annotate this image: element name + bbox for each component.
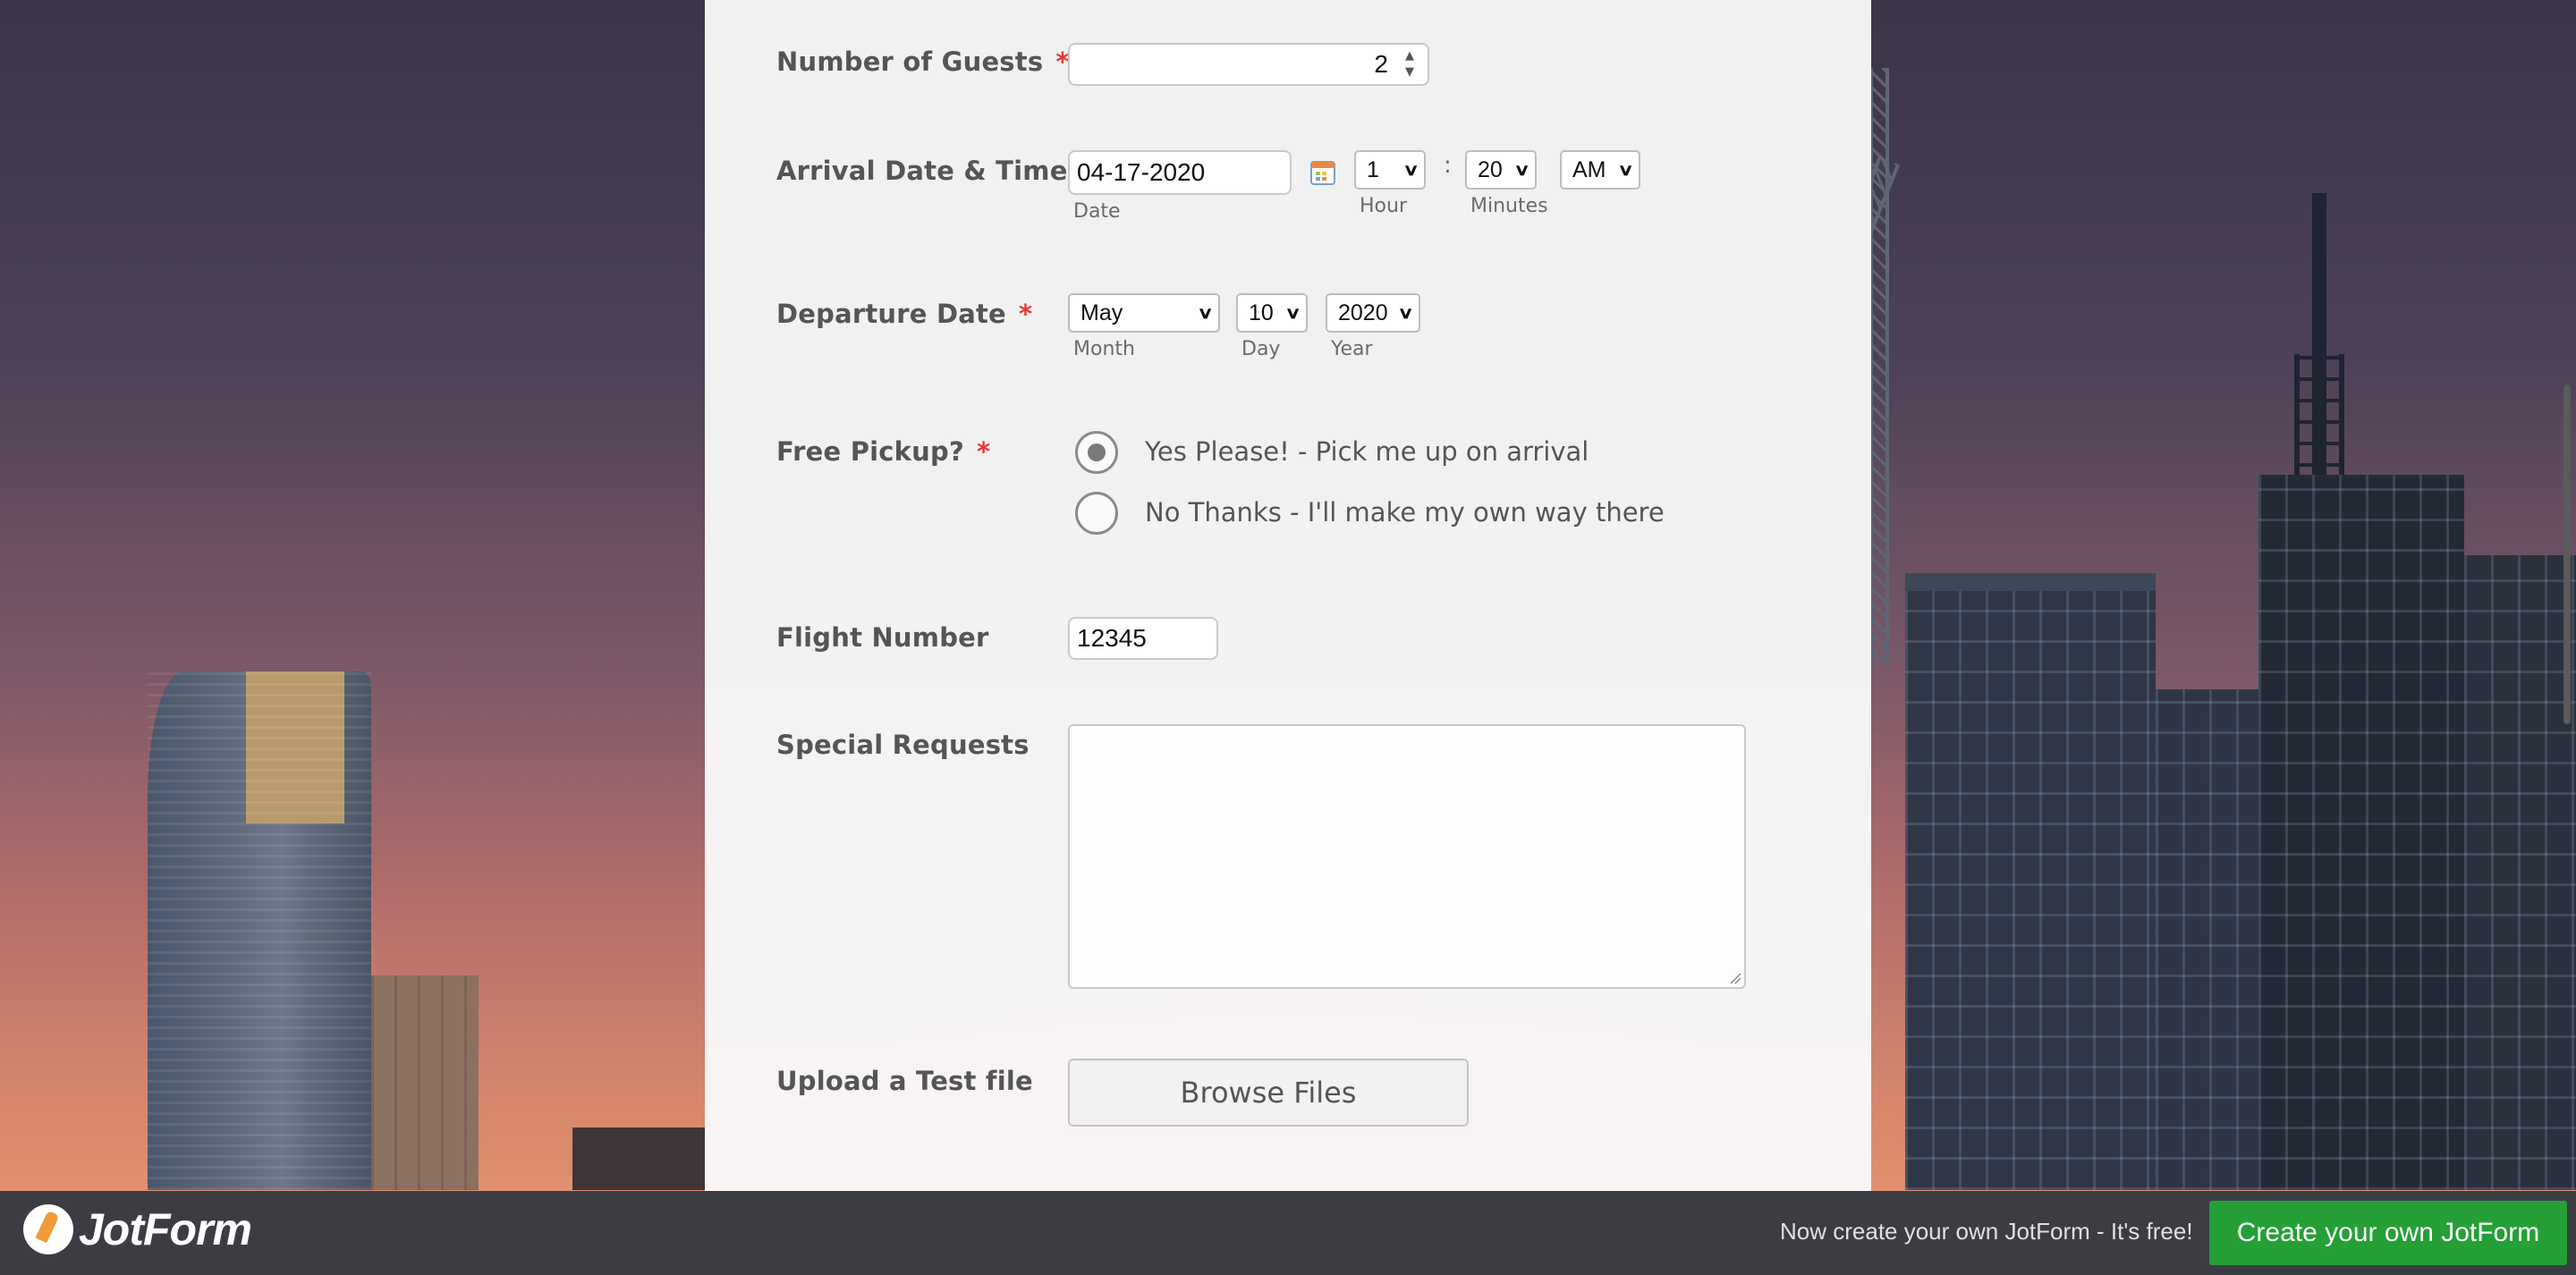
- form-card: Number of Guests * 2 ▲ ▼ Arrival Date & T…: [705, 0, 1871, 1191]
- arrival-date-sublabel: Date: [1073, 200, 1121, 223]
- background-building: [2258, 475, 2464, 1190]
- arrival-label-text: Arrival Date & Time: [776, 156, 1068, 186]
- departure-month-sublabel: Month: [1073, 338, 1135, 360]
- background-building: [2464, 555, 2576, 1190]
- departure-month-select[interactable]: May ∨: [1068, 293, 1220, 333]
- resize-handle-icon[interactable]: [1727, 970, 1741, 984]
- departure-day-value: 10: [1249, 300, 1274, 325]
- pickup-yes-label[interactable]: Yes Please! - Pick me up on arrival: [1145, 436, 1589, 467]
- departure-year-sublabel: Year: [1331, 338, 1373, 360]
- requests-label: Special Requests: [776, 730, 1030, 760]
- arrival-minute-select[interactable]: 20 ∨: [1465, 150, 1537, 190]
- flight-number-value: 12345: [1077, 624, 1147, 652]
- calendar-icon[interactable]: [1309, 159, 1336, 186]
- pickup-label-text: Free Pickup?: [776, 436, 964, 467]
- background-building: [1905, 573, 2156, 1190]
- departure-label: Departure Date *: [776, 299, 1032, 329]
- requests-row: Special Requests: [776, 715, 1800, 992]
- arrival-hour-sublabel: Hour: [1360, 195, 1407, 217]
- guests-label: Number of Guests *: [776, 46, 1070, 77]
- background-antenna: [2312, 193, 2326, 488]
- arrival-ampm-value: AM: [1572, 156, 1606, 182]
- background-building: [572, 1127, 707, 1190]
- required-asterisk: *: [1018, 299, 1033, 329]
- departure-row: Departure Date * May ∨ Month 10 ∨ Day 2020 ∨…: [776, 277, 1800, 376]
- page-scrollbar[interactable]: [2563, 384, 2571, 724]
- pickup-row: Free Pickup? * Yes Please! - Pick me up o…: [776, 420, 1800, 545]
- arrival-row: Arrival Date & Time* 04-17-2020 Date 1∨ …: [776, 134, 1800, 232]
- departure-year-select[interactable]: 2020 ∨: [1326, 293, 1420, 333]
- arrival-minute-sublabel: Minutes: [1470, 195, 1548, 217]
- arrival-date-value: 04-17-2020: [1077, 158, 1206, 186]
- chevron-down-icon: ∨: [1284, 303, 1301, 322]
- chevron-down-icon: ∨: [1397, 303, 1414, 322]
- background-building: [2156, 689, 2263, 1190]
- departure-year-value: 2020: [1338, 300, 1388, 325]
- departure-day-sublabel: Day: [1241, 338, 1281, 360]
- footer-promo-text: Now create your own JotForm - It's free!: [1780, 1218, 2193, 1245]
- pickup-no-label[interactable]: No Thanks - I'll make my own way there: [1145, 497, 1665, 528]
- departure-label-text: Departure Date: [776, 299, 1006, 329]
- arrival-date-input[interactable]: 04-17-2020: [1068, 150, 1292, 195]
- flight-label: Flight Number: [776, 622, 989, 653]
- arrival-ampm-select[interactable]: AM ∨: [1560, 150, 1640, 190]
- pickup-yes-radio[interactable]: [1075, 431, 1118, 474]
- departure-month-value: May: [1080, 300, 1123, 325]
- flight-row: Flight Number 12345: [776, 608, 1800, 680]
- arrival-label: Arrival Date & Time*: [776, 156, 1094, 186]
- arrival-minute-value: 20: [1478, 156, 1503, 182]
- guests-row: Number of Guests * 2 ▲ ▼: [776, 0, 1800, 98]
- spinner-up-icon[interactable]: ▲: [1405, 48, 1414, 64]
- browse-files-label: Browse Files: [1180, 1076, 1357, 1110]
- special-requests-textarea[interactable]: [1068, 724, 1746, 989]
- browse-files-button[interactable]: Browse Files: [1068, 1059, 1469, 1127]
- arrival-hour-select[interactable]: 1 ∨: [1354, 150, 1426, 190]
- jotform-logo-icon[interactable]: [23, 1204, 73, 1254]
- spinner-down-icon[interactable]: ▼: [1405, 64, 1414, 80]
- background-building: [148, 671, 371, 1190]
- guests-label-text: Number of Guests: [776, 46, 1044, 77]
- guests-spinner[interactable]: ▲ ▼: [1395, 46, 1424, 82]
- required-asterisk: *: [977, 436, 991, 467]
- chevron-down-icon: ∨: [1402, 160, 1419, 179]
- guests-number-input[interactable]: 2: [1068, 43, 1429, 86]
- arrival-hour-value: 1: [1367, 156, 1379, 182]
- upload-row: Upload a Test file Browse Files: [776, 1046, 1800, 1136]
- chevron-down-icon: ∨: [1513, 160, 1530, 179]
- flight-number-input[interactable]: 12345: [1068, 617, 1218, 660]
- chevron-down-icon: ∨: [1617, 160, 1634, 179]
- departure-day-select[interactable]: 10 ∨: [1236, 293, 1308, 333]
- jotform-logo-text[interactable]: JotForm: [79, 1203, 252, 1255]
- pickup-no-radio[interactable]: [1075, 492, 1118, 535]
- guests-value: 2: [1374, 50, 1388, 78]
- upload-label: Upload a Test file: [776, 1066, 1033, 1096]
- create-jotform-button[interactable]: Create your own JotForm: [2209, 1201, 2567, 1265]
- time-separator: :: [1444, 152, 1452, 179]
- chevron-down-icon: ∨: [1197, 303, 1214, 322]
- background-building: [371, 975, 479, 1190]
- jotform-footer-bar: JotForm Now create your own JotForm - It…: [0, 1191, 2576, 1275]
- pickup-label: Free Pickup? *: [776, 436, 990, 467]
